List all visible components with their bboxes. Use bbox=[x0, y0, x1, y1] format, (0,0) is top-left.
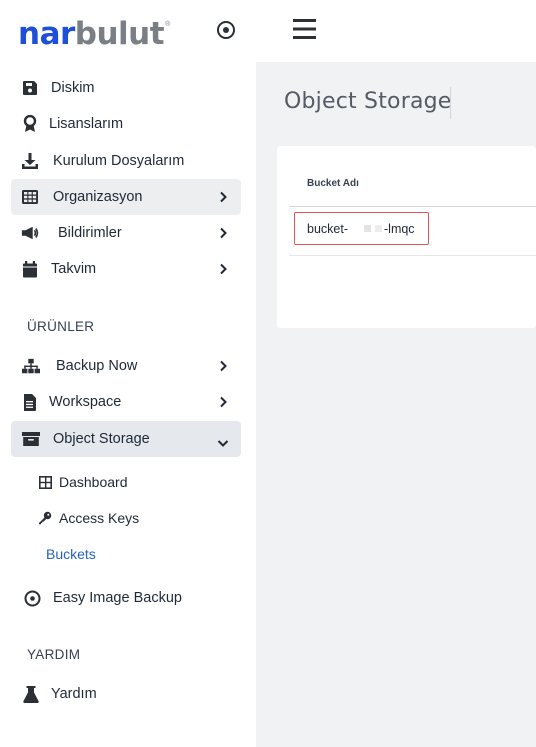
dashboard-grid-icon bbox=[38, 475, 52, 489]
nav-item-lisanslarim[interactable]: Lisanslarım bbox=[11, 106, 241, 142]
nav-label: Takvim bbox=[51, 261, 97, 277]
nav-item-diskim[interactable]: Diskim bbox=[11, 70, 241, 106]
chevron-right-icon bbox=[220, 360, 227, 372]
header-divider bbox=[289, 206, 536, 207]
chevron-right-icon bbox=[220, 396, 227, 408]
sidebar: narbulut ® Diskim Lisanslarım Kurulum Dos… bbox=[0, 0, 256, 747]
nav-label: Workspace bbox=[49, 394, 122, 410]
key-icon bbox=[38, 511, 52, 525]
bucket-name-cell[interactable]: bucket- -lmqc bbox=[294, 212, 429, 245]
logo-text-nar: nar bbox=[18, 16, 75, 52]
chevron-right-icon bbox=[220, 263, 227, 275]
logo-text-bulut: bulut bbox=[74, 16, 165, 52]
top-bar bbox=[256, 0, 536, 62]
nav-label: Easy Image Backup bbox=[53, 590, 182, 606]
nav-item-workspace[interactable]: Workspace bbox=[11, 384, 241, 420]
sub-item-access-keys[interactable]: Access Keys bbox=[38, 504, 139, 532]
nav-item-organizasyon[interactable]: Organizasyon bbox=[11, 179, 241, 215]
sub-item-label: Dashboard bbox=[59, 474, 128, 490]
nav-item-easy-image-backup[interactable]: Easy Image Backup bbox=[11, 580, 241, 616]
nav-label: Lisanslarım bbox=[49, 116, 124, 132]
bucket-name-prefix: bucket- bbox=[307, 221, 348, 236]
calendar-icon bbox=[21, 260, 39, 278]
sitemap-icon bbox=[22, 357, 40, 375]
flask-icon bbox=[22, 685, 40, 703]
download-icon bbox=[21, 152, 39, 170]
bucket-name-suffix: -lmqc bbox=[384, 221, 415, 236]
buckets-table-card: Bucket Adı bucket- -lmqc bbox=[277, 146, 536, 328]
title-divider bbox=[450, 87, 451, 119]
logo-registered-mark: ® bbox=[165, 21, 171, 28]
archive-box-icon bbox=[22, 430, 40, 448]
award-ribbon-icon bbox=[21, 115, 39, 133]
nav-label: Kurulum Dosyalarım bbox=[53, 153, 185, 169]
nav-label: Bildirimler bbox=[58, 225, 122, 241]
nav-label: Organizasyon bbox=[53, 189, 143, 205]
nav-item-takvim[interactable]: Takvim bbox=[11, 251, 241, 287]
narbulut-logo[interactable]: narbulut ® bbox=[18, 14, 171, 52]
sub-item-label: Buckets bbox=[46, 546, 96, 562]
disc-icon bbox=[23, 589, 41, 607]
nav-label: Yardım bbox=[51, 686, 97, 702]
chevron-right-icon bbox=[220, 227, 227, 239]
document-icon bbox=[21, 393, 39, 411]
nav-label: Object Storage bbox=[53, 431, 150, 447]
sub-item-label: Access Keys bbox=[59, 510, 140, 526]
nav-item-yardim[interactable]: Yardım bbox=[11, 676, 241, 712]
sidebar-toggle-icon[interactable] bbox=[215, 19, 237, 41]
nav-item-backup-now[interactable]: Backup Now bbox=[11, 348, 241, 384]
chevron-down-icon bbox=[217, 440, 229, 447]
row-divider bbox=[289, 255, 536, 256]
column-header-bucket-name[interactable]: Bucket Adı bbox=[307, 178, 359, 189]
main-content: Object Storage Bucket Adı bucket- -lmqc bbox=[256, 0, 536, 747]
nav-item-kurulum-dosyalarim[interactable]: Kurulum Dosyalarım bbox=[11, 143, 241, 179]
sub-item-buckets[interactable]: Buckets bbox=[46, 540, 96, 568]
hamburger-menu-icon[interactable] bbox=[293, 19, 316, 39]
sub-item-dashboard[interactable]: Dashboard bbox=[38, 468, 128, 496]
chevron-right-icon bbox=[220, 191, 227, 203]
redacted-text bbox=[348, 224, 384, 234]
nav-item-object-storage[interactable]: Object Storage bbox=[11, 421, 241, 457]
page-title: Object Storage bbox=[284, 89, 452, 114]
megaphone-icon bbox=[21, 224, 39, 242]
floppy-disk-icon bbox=[21, 79, 39, 97]
nav-item-bildirimler[interactable]: Bildirimler bbox=[11, 215, 241, 251]
nav-label: Backup Now bbox=[56, 358, 138, 374]
section-title-products: ÜRÜNLER bbox=[27, 319, 95, 334]
nav-label: Diskim bbox=[51, 80, 95, 96]
section-title-help: YARDIM bbox=[27, 647, 81, 662]
grid-table-icon bbox=[21, 188, 39, 206]
